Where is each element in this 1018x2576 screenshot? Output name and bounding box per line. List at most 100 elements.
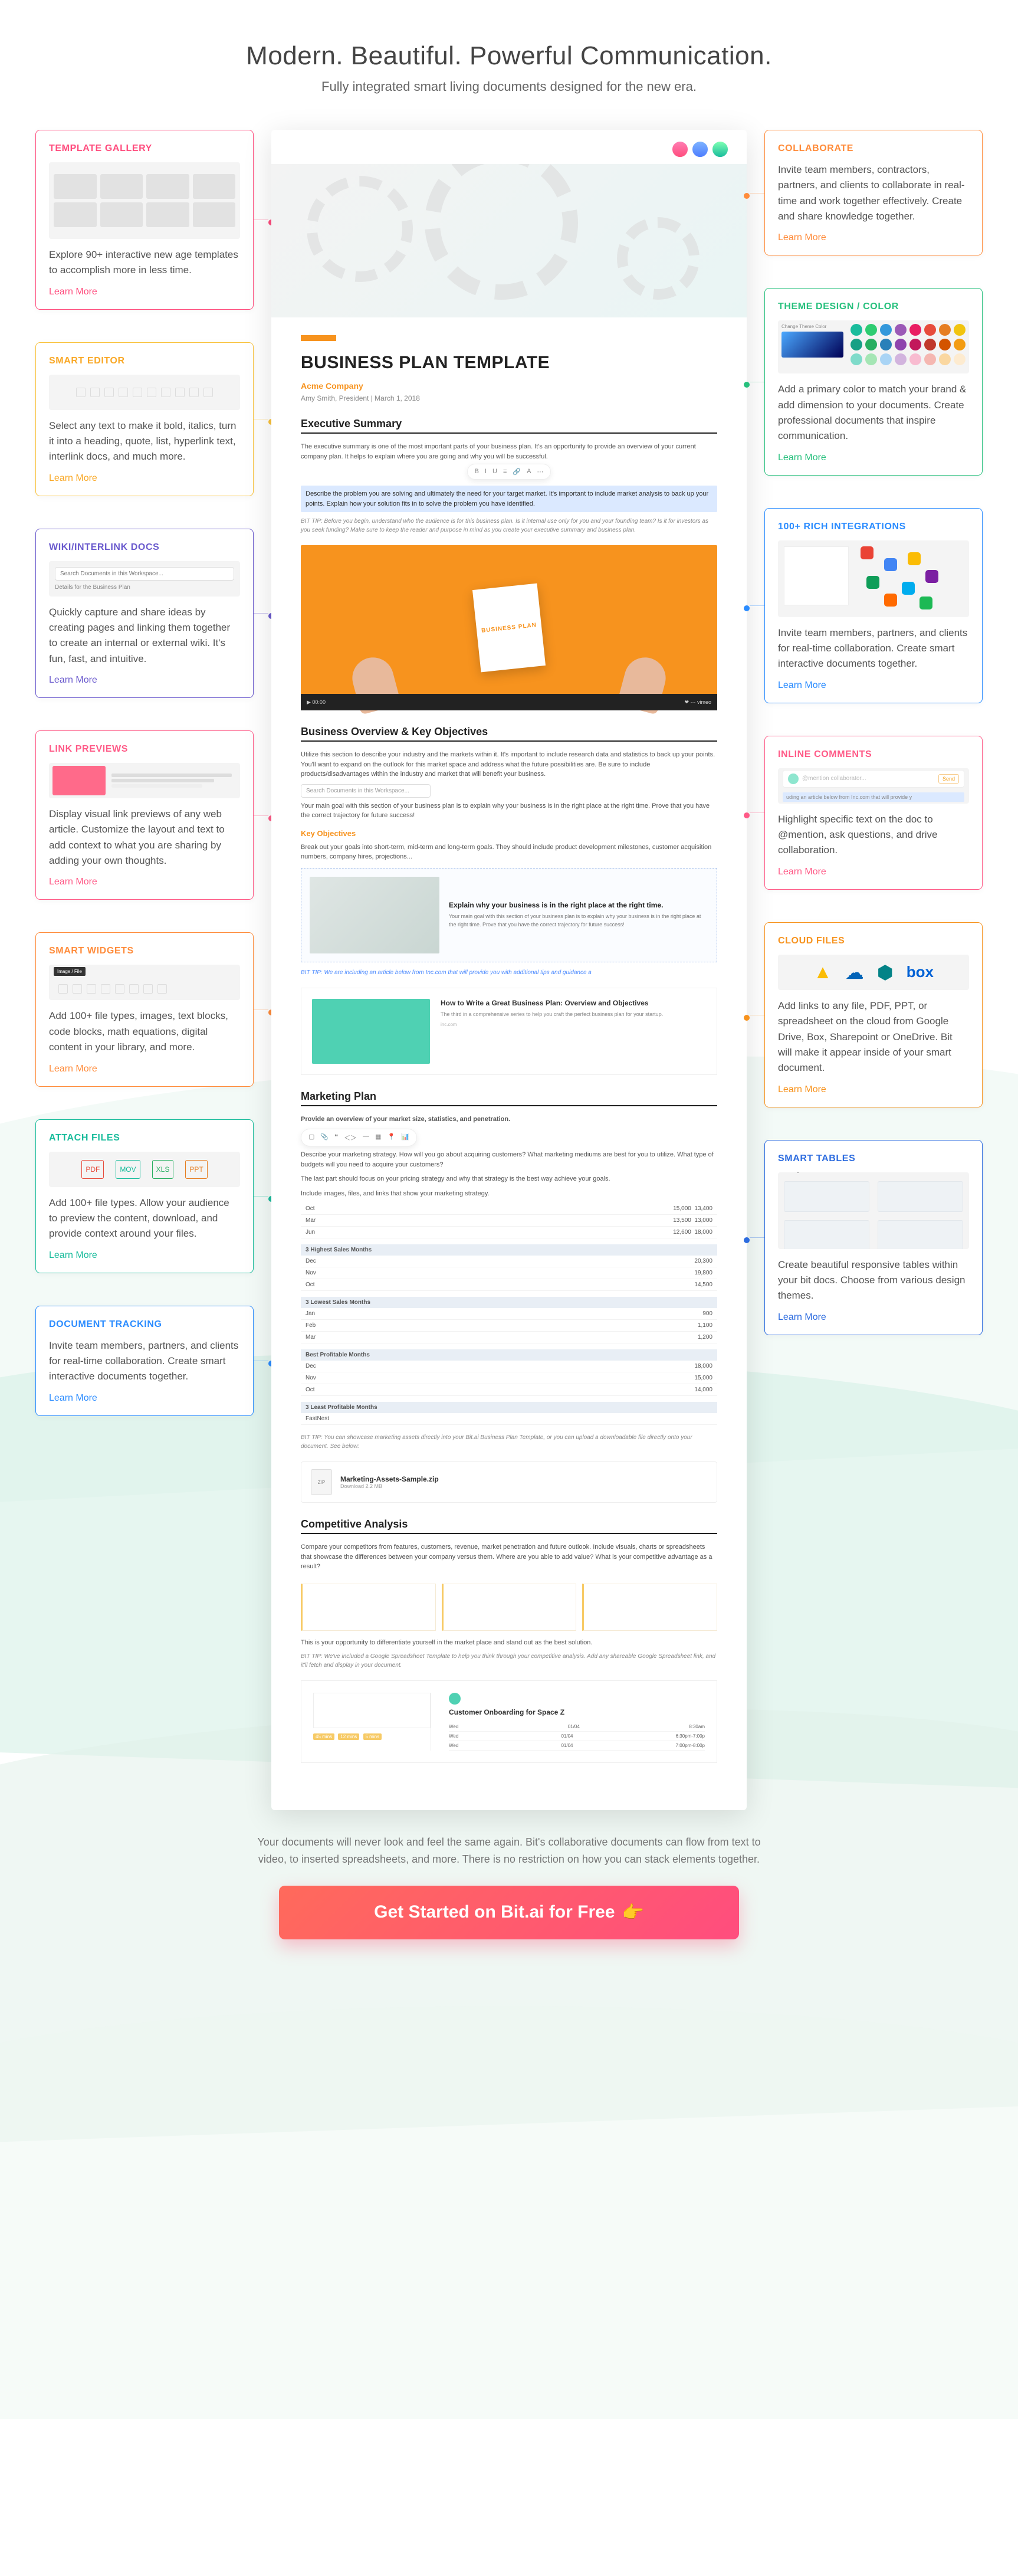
headline: Modern. Beautiful. Powerful Communicatio… bbox=[0, 0, 1018, 106]
h-executive-summary: Executive Summary bbox=[301, 418, 717, 434]
smart-editor-thumb bbox=[49, 375, 240, 410]
mk-p1: Provide an overview of your market size,… bbox=[301, 1115, 717, 1125]
tables-thumb: Change Table Theme bbox=[778, 1172, 969, 1249]
file-size: Download 2.2 MB bbox=[340, 1483, 439, 1489]
chart-icon[interactable]: 📊 bbox=[401, 1133, 409, 1142]
card-desc: Quickly capture and share ideas by creat… bbox=[49, 605, 240, 667]
wiki-search-input[interactable] bbox=[55, 567, 234, 581]
article-title: How to Write a Great Business Plan: Over… bbox=[441, 999, 663, 1007]
map-icon[interactable]: 📍 bbox=[387, 1133, 395, 1142]
card-smart-tables: SMART TABLES Change Table Theme Create b… bbox=[764, 1140, 983, 1335]
card-inline-comments: INLINE COMMENTS @mention collaborator...… bbox=[764, 736, 983, 890]
card-title: LINK PREVIEWS bbox=[49, 744, 240, 755]
card-desc: Invite team members, partners, and clien… bbox=[778, 625, 969, 672]
play-icon[interactable]: ▶ 00:00 bbox=[307, 699, 326, 706]
card-collaborate: COLLABORATE Invite team members, contrac… bbox=[764, 130, 983, 255]
ss-title: Customer Onboarding for Space Z bbox=[449, 1708, 705, 1716]
card-integrations: 100+ RICH Integrations Invite team membe… bbox=[764, 508, 983, 703]
card-link-previews: LINK PREVIEWS Display visual link previe… bbox=[35, 730, 254, 900]
comp-cell bbox=[582, 1584, 717, 1631]
card-desc: Explore 90+ interactive new age template… bbox=[49, 247, 240, 278]
color-icon[interactable]: A bbox=[527, 468, 531, 476]
key-p: Break out your goals into short-term, mi… bbox=[301, 843, 717, 862]
learn-more-link[interactable]: Learn More bbox=[778, 1312, 826, 1322]
inline-search[interactable]: Search Documents in this Workspace... bbox=[301, 784, 431, 798]
exec-tip: BIT TIP: Before you begin, understand wh… bbox=[301, 517, 717, 535]
file-name: Marketing-Assets-Sample.zip bbox=[340, 1475, 439, 1483]
card-cloud-files: CLOUD FILES ▲ ☁ ⬢ box Add links to any f… bbox=[764, 922, 983, 1107]
learn-more-link[interactable]: Learn More bbox=[49, 1250, 97, 1260]
card-desc: Create beautiful responsive tables withi… bbox=[778, 1257, 969, 1304]
card-title: SMART EDITOR bbox=[49, 356, 240, 366]
more-icon[interactable]: ⋯ bbox=[537, 468, 543, 476]
align-icon[interactable]: ≡ bbox=[503, 468, 507, 476]
link-preview-thumb bbox=[49, 763, 240, 798]
headline-title: Modern. Beautiful. Powerful Communicatio… bbox=[0, 41, 1018, 71]
learn-more-link[interactable]: Learn More bbox=[49, 287, 97, 297]
cta-button[interactable]: Get Started on Bit.ai for Free 👉 bbox=[279, 1886, 739, 1939]
link-icon[interactable]: 🔗 bbox=[513, 468, 521, 476]
learn-more-link[interactable]: Learn More bbox=[778, 867, 826, 877]
card-desc: Invite team members, contractors, partne… bbox=[778, 162, 969, 224]
learn-more-link[interactable]: Learn More bbox=[49, 1064, 97, 1074]
card-desc: Add links to any file, PDF, PPT, or spre… bbox=[778, 998, 969, 1076]
card-title: CLOUD FILES bbox=[778, 936, 969, 946]
card-desc: Select any text to make it bold, italics… bbox=[49, 418, 240, 465]
learn-more-link[interactable]: Learn More bbox=[49, 1393, 97, 1403]
code-icon[interactable]: ＜＞ bbox=[344, 1133, 357, 1142]
spreadsheet-embed[interactable]: 45 mins 12 mins 5 mins Customer Onboardi… bbox=[301, 1680, 717, 1763]
mk-p4: Include images, files, and links that sh… bbox=[301, 1189, 717, 1199]
underline-icon[interactable]: U bbox=[492, 468, 497, 476]
table-icon[interactable]: ▦ bbox=[375, 1133, 381, 1142]
avatar[interactable] bbox=[671, 140, 689, 158]
card-theme-design: THEME DESIGN / COLOR Change Theme Color bbox=[764, 288, 983, 475]
send-button[interactable]: Send bbox=[938, 774, 959, 784]
panel-image bbox=[310, 877, 439, 953]
article-desc: The third in a comprehensive series to h… bbox=[441, 1011, 663, 1019]
card-desc: Add 100+ file types, images, text blocks… bbox=[49, 1008, 240, 1055]
avatar[interactable] bbox=[711, 140, 729, 158]
article-thumb bbox=[312, 999, 430, 1064]
comment-input[interactable]: @mention collaborator... bbox=[802, 775, 866, 782]
zip-icon: ZIP bbox=[311, 1469, 332, 1495]
image-icon[interactable]: ▢ bbox=[308, 1133, 314, 1142]
panel-text: Your main goal with this section of your… bbox=[449, 913, 708, 929]
pdf-icon: PDF bbox=[81, 1160, 104, 1179]
stats-table: Oct15,000 13,400 Mar13,500 13,000 Jun12,… bbox=[301, 1203, 717, 1425]
onedrive-icon: ☁ bbox=[845, 961, 864, 984]
doc-byline: Amy Smith, President | March 1, 2018 bbox=[301, 394, 717, 402]
learn-more-link[interactable]: Learn More bbox=[778, 232, 826, 242]
quote-icon[interactable]: ❝ bbox=[334, 1133, 338, 1142]
card-desc: Add 100+ file types. Allow your audience… bbox=[49, 1195, 240, 1242]
card-title: WIKI/INTERLINK DOCS bbox=[49, 542, 240, 553]
wiki-thumb: Details for the Business Plan bbox=[49, 561, 240, 597]
learn-more-link[interactable]: Learn More bbox=[778, 680, 826, 690]
learn-more-link[interactable]: Learn More bbox=[778, 453, 826, 463]
avatar bbox=[788, 774, 799, 784]
card-desc: Add a primary color to match your brand … bbox=[778, 382, 969, 444]
learn-more-link[interactable]: Learn More bbox=[49, 473, 97, 483]
learn-more-link[interactable]: Learn More bbox=[49, 877, 97, 887]
learn-more-link[interactable]: Learn More bbox=[778, 1084, 826, 1094]
video-embed[interactable]: BUSINESS PLAN ▶ 00:00 ❤ ⋯ vimeo bbox=[301, 545, 717, 710]
card-wiki-interlink: WIKI/INTERLINK DOCS Details for the Busi… bbox=[35, 529, 254, 698]
card-title: TEMPLATE GALLERY bbox=[49, 143, 240, 154]
bold-icon[interactable]: B bbox=[475, 468, 479, 476]
learn-more-link[interactable]: Learn More bbox=[49, 675, 97, 685]
headline-subtitle: Fully integrated smart living documents … bbox=[0, 79, 1018, 94]
floating-toolbar[interactable]: B I U ≡ 🔗 A ⋯ bbox=[467, 464, 551, 480]
mk-p2: Describe your marketing strategy. How wi… bbox=[301, 1150, 717, 1169]
comp-tip1: This is your opportunity to differentiat… bbox=[301, 1638, 717, 1648]
video-paper: BUSINESS PLAN bbox=[472, 584, 546, 673]
panel-tip: BIT TIP: We are including an article bel… bbox=[301, 968, 717, 977]
comp-cell bbox=[301, 1584, 436, 1631]
article-preview[interactable]: How to Write a Great Business Plan: Over… bbox=[301, 988, 717, 1075]
divider-icon[interactable]: — bbox=[363, 1133, 369, 1142]
italic-icon[interactable]: I bbox=[485, 468, 487, 476]
file-icon[interactable]: 📎 bbox=[320, 1133, 329, 1142]
file-attachment[interactable]: ZIP Marketing-Assets-Sample.zip Download… bbox=[301, 1461, 717, 1503]
widget-toolbar[interactable]: ▢ 📎 ❝ ＜＞ — ▦ 📍 📊 bbox=[301, 1129, 417, 1146]
avatar[interactable] bbox=[691, 140, 709, 158]
accent-bar bbox=[301, 335, 336, 341]
h-marketing-plan: Marketing Plan bbox=[301, 1090, 717, 1106]
